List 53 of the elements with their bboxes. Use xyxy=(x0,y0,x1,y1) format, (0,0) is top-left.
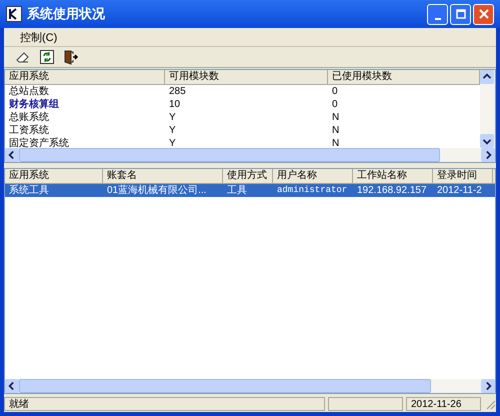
scroll-thumb[interactable] xyxy=(19,379,431,393)
scroll-up-icon xyxy=(480,70,494,84)
scroll-right-icon xyxy=(481,379,495,393)
table-cell-text: 工资系统 xyxy=(8,124,50,137)
table-cell-text: 总账系统 xyxy=(8,111,50,124)
status-date: 2012-11-26 xyxy=(406,396,481,410)
table-cell-text: 01蓝海机械有限公司... xyxy=(106,184,208,197)
table-cell-text: administrator xyxy=(276,184,348,197)
table-cell-text: 0 xyxy=(331,85,339,98)
column-header[interactable]: 账套名 xyxy=(103,169,223,183)
vertical-scrollbar[interactable] xyxy=(480,70,495,148)
table-cell-text: 工具 xyxy=(226,184,248,197)
refresh-icon xyxy=(39,49,55,65)
minimize-button[interactable] xyxy=(427,4,448,24)
scroll-left-icon xyxy=(5,379,19,393)
column-header[interactable]: 可用模块数 xyxy=(165,70,328,84)
table-cell-text: 10 xyxy=(168,98,182,111)
window-title: 系统使用状况 xyxy=(27,5,105,23)
exit-door-icon xyxy=(63,49,79,65)
scroll-down-icon xyxy=(480,134,494,148)
close-icon xyxy=(478,9,488,19)
column-header[interactable]: 应用系统 xyxy=(5,70,165,84)
maximize-button[interactable] xyxy=(450,4,471,24)
table-cell-text: N xyxy=(331,111,340,124)
table-cell-text: 192.168.92.157 xyxy=(356,184,428,197)
table-cell-text: N xyxy=(331,137,340,148)
table-cell-text: Y xyxy=(168,124,177,137)
table-cell-text: N xyxy=(331,124,340,137)
table-cell-text: 财务核算组 xyxy=(8,98,60,111)
table-row[interactable]: 系统工具 01蓝海机械有限公司... 工具 administrator 192.168.92.157 2012-11-2 xyxy=(5,184,495,197)
column-header[interactable]: 使用方式 xyxy=(223,169,273,183)
table-cell-text: 0 xyxy=(331,98,339,111)
status-message: 就绪 xyxy=(4,396,325,410)
table-cell-text: Y xyxy=(168,137,177,148)
scroll-left-icon xyxy=(5,148,19,162)
app-logo-icon xyxy=(6,6,22,22)
maximize-icon xyxy=(456,9,466,19)
table-cell-text: Y xyxy=(168,111,177,124)
minimize-icon xyxy=(434,18,440,20)
table-cell-text: 总站点数 xyxy=(8,85,50,98)
resize-grip-icon xyxy=(484,398,496,410)
column-header[interactable]: 工作站名称 xyxy=(353,169,433,183)
column-header[interactable]: 登录时间 xyxy=(433,169,493,183)
column-header[interactable]: 用户名称 xyxy=(273,169,353,183)
horizontal-scrollbar[interactable] xyxy=(5,379,495,393)
table-cell-text: 2012-11-2 xyxy=(436,184,483,197)
close-button[interactable] xyxy=(473,4,494,24)
table-cell-text: 系统工具 xyxy=(8,184,50,197)
table-cell-text: 固定资产系统 xyxy=(8,137,70,148)
table-cell-text: 285 xyxy=(168,85,187,98)
menu-item[interactable]: 控制(C) xyxy=(14,30,64,44)
column-header[interactable]: 应用系统 xyxy=(5,169,103,183)
scroll-right-icon xyxy=(481,148,495,162)
